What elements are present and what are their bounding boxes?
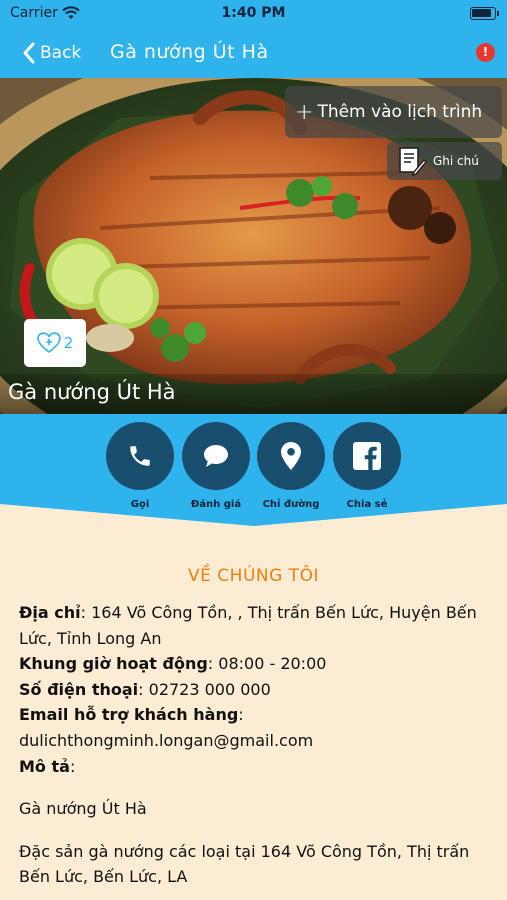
address-label: Địa chỉ — [19, 603, 81, 622]
hours-row: Khung giờ hoạt động: 08:00 - 20:00 — [19, 654, 327, 674]
description-body: Đặc sản gà nướng các loại tại 164 Võ Côn… — [19, 841, 470, 887]
action-bar-background — [0, 414, 507, 526]
phone-row: Số điện thoại: 02723 000 000 — [19, 679, 271, 699]
address-value: 164 Võ Công Tồn, , Thị trấn Bến Lức, Huy… — [19, 603, 477, 648]
heart-plus-icon — [36, 332, 61, 354]
like-count: 2 — [63, 334, 74, 352]
hero-image: + Thêm vào lịch trình Ghi chú 2 Gà nướng… — [0, 78, 507, 414]
like-button[interactable]: 2 — [24, 319, 86, 367]
directions-label: Chỉ đường — [262, 499, 320, 510]
status-bar: Carrier 1:40 PM — [0, 0, 507, 28]
info-block: Địa chỉ: 164 Võ Công Tồn, , Thị trấn Bến… — [19, 600, 497, 890]
share-button[interactable]: Chia sẻ — [332, 422, 402, 510]
add-to-itinerary-button[interactable]: + Thêm vào lịch trình — [285, 86, 502, 138]
review-label: Đánh giá — [190, 499, 242, 510]
section-title: VỀ CHÚNG TÔI — [188, 566, 319, 586]
email-value[interactable]: dulichthongminh.longan@gmail.com — [19, 728, 497, 754]
note-label: Ghi chú — [433, 154, 479, 168]
facebook-icon — [353, 442, 381, 470]
email-row: Email hỗ trợ khách hàng: — [19, 705, 244, 725]
map-pin-icon — [281, 442, 301, 470]
note-icon — [399, 147, 427, 176]
call-label: Gọi — [130, 499, 150, 510]
action-bar: Gọi Đánh giá Chỉ đường Chia sẻ — [0, 414, 507, 526]
note-button[interactable]: Ghi chú — [387, 142, 502, 180]
back-label: Back — [40, 43, 82, 63]
hours-value: 08:00 - 20:00 — [218, 654, 327, 674]
clock-time: 1:40 PM — [221, 5, 286, 21]
battery-icon — [470, 7, 499, 20]
call-button[interactable]: Gọi — [105, 422, 175, 510]
add-to-itinerary-label: Thêm vào lịch trình — [317, 102, 483, 122]
description-label: Mô tả — [19, 756, 70, 776]
review-button[interactable]: Đánh giá — [181, 422, 251, 510]
alert-icon[interactable]: ! — [476, 43, 495, 62]
address-row: Địa chỉ: 164 Võ Công Tồn, , Thị trấn Bến… — [19, 603, 477, 648]
phone-label: Số điện thoại — [19, 679, 139, 699]
chevron-left-icon — [23, 42, 35, 64]
phone-value[interactable]: 02723 000 000 — [149, 680, 271, 699]
navigation-bar: Back Gà nướng Út Hà ! — [0, 28, 507, 78]
description-row: Mô tả: — [19, 756, 76, 776]
page-title: Gà nướng Út Hà — [110, 41, 269, 63]
hero-caption: Gà nướng Út Hà — [0, 374, 507, 414]
hero-caption-text: Gà nướng Út Hà — [8, 380, 176, 404]
phone-icon — [130, 446, 150, 466]
hours-label: Khung giờ hoạt động — [19, 654, 208, 674]
chat-bubble-icon — [204, 445, 228, 467]
description-title: Gà nướng Út Hà — [19, 799, 147, 819]
plus-icon: + — [295, 99, 314, 125]
about-section: VỀ CHÚNG TÔI Địa chỉ: 164 Võ Công Tồn, ,… — [0, 526, 507, 900]
email-label: Email hỗ trợ khách hàng — [19, 705, 239, 725]
directions-button[interactable]: Chỉ đường — [256, 422, 326, 510]
back-button[interactable]: Back — [22, 38, 81, 68]
share-label: Chia sẻ — [346, 499, 388, 510]
